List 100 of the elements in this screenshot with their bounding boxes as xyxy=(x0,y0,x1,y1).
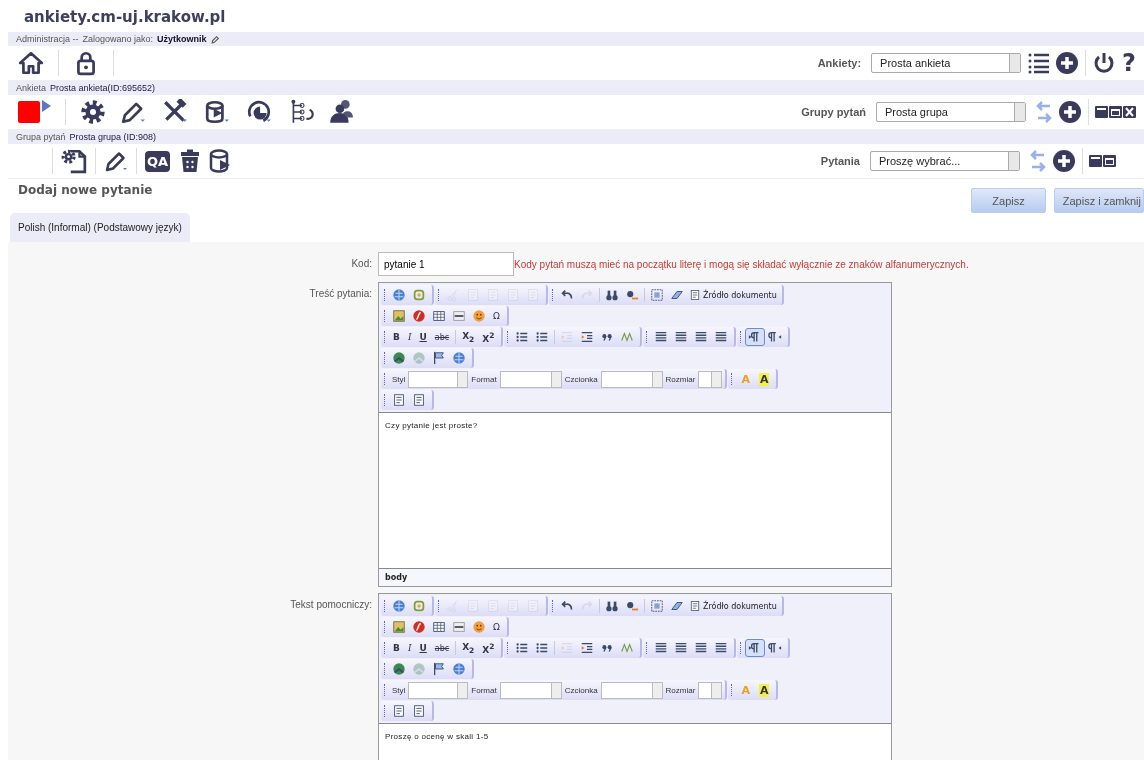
section-label: Administracja -- xyxy=(16,34,79,44)
language-tab[interactable]: Polish (Informal) (Podstawowy język) xyxy=(10,213,190,242)
format-button[interactable]: Ω xyxy=(489,618,504,636)
maximize-icon[interactable] xyxy=(1103,155,1116,167)
undo-icon xyxy=(560,599,574,613)
justify-icon xyxy=(714,330,729,344)
dropdown-label: Czcionka xyxy=(564,685,598,695)
eraser-icon xyxy=(670,599,684,613)
group-label: Grupy pytań xyxy=(801,106,866,118)
code-input[interactable]: pytanie 1 xyxy=(378,252,514,276)
error-message: Kody pytań muszą mieć na początku literę i mogą się składać wyłącznie ze znaków alfanumerycznych. xyxy=(514,258,969,270)
maximize-icon[interactable] xyxy=(1109,106,1122,118)
list-icon[interactable] xyxy=(1027,51,1050,75)
binoculars-icon xyxy=(605,599,619,613)
bullet-list-icon xyxy=(535,330,550,344)
dropdown-label: Format xyxy=(471,685,497,695)
scissors-icon xyxy=(446,288,460,302)
format-button[interactable]: abc xyxy=(430,639,454,657)
gear-icon[interactable] xyxy=(80,99,106,125)
trash-icon[interactable] xyxy=(178,149,201,173)
format-button[interactable]: X$^{2}$ xyxy=(478,639,499,657)
format-button[interactable]: I xyxy=(403,639,416,657)
dropdown-field[interactable] xyxy=(408,370,469,388)
dropdown-field[interactable] xyxy=(600,681,663,699)
question-label: Pytania xyxy=(820,155,860,167)
format-button[interactable]: Ω xyxy=(489,307,504,325)
align-center-icon xyxy=(674,641,689,655)
format-button[interactable]: B xyxy=(389,639,404,657)
format-button[interactable]: X$^{2}$ xyxy=(478,328,499,346)
format-button[interactable]: B xyxy=(389,328,404,346)
document-gear-icon[interactable] xyxy=(61,148,87,174)
dropdown-field[interactable] xyxy=(499,681,562,699)
format-button[interactable]: I xyxy=(403,328,416,346)
background-color-button[interactable]: A xyxy=(758,683,770,697)
outdent-icon xyxy=(560,330,575,344)
scissors-icon xyxy=(446,599,460,613)
add-icon[interactable] xyxy=(1055,51,1080,75)
source-button[interactable]: Źródło dokumentu xyxy=(687,289,779,301)
qa-button[interactable]: QA xyxy=(145,150,171,172)
play-icon[interactable] xyxy=(42,100,51,112)
document-icon xyxy=(412,704,426,718)
people-icon[interactable] xyxy=(328,99,354,125)
flag-icon xyxy=(432,351,446,365)
align-center-icon xyxy=(674,330,689,344)
login-label: Zalogowano jako: xyxy=(82,34,154,44)
left-to-right-button[interactable] xyxy=(745,639,766,657)
redo-icon xyxy=(580,599,594,613)
image-icon xyxy=(392,309,406,323)
smiley-icon xyxy=(472,309,486,323)
field-label: Tekst pomocniczy: xyxy=(289,598,372,610)
group-name: Prosta grupa (ID:908) xyxy=(69,132,157,142)
pencil-icon[interactable] xyxy=(210,34,220,44)
align-right-icon xyxy=(694,641,709,655)
indent-icon xyxy=(580,641,595,655)
group-select[interactable]: Prosta grupa xyxy=(876,102,1026,122)
format-button[interactable]: U xyxy=(415,328,431,346)
dropdown-label: Styl xyxy=(392,374,406,384)
align-left-icon xyxy=(654,641,669,655)
home-icon[interactable] xyxy=(18,50,44,76)
add-icon[interactable] xyxy=(1058,100,1082,124)
survey-select[interactable]: Prosta ankieta xyxy=(871,53,1022,73)
globe-icon xyxy=(452,351,466,365)
background-color-button[interactable]: A xyxy=(758,372,770,386)
user-name[interactable]: Użytkownik xyxy=(157,34,207,44)
minimize-icon[interactable] xyxy=(1089,155,1102,167)
save-button[interactable]: Zapisz i zamknij xyxy=(1053,188,1144,213)
minimize-icon[interactable] xyxy=(1095,106,1108,118)
dropdown-field[interactable] xyxy=(698,370,723,388)
left-to-right-button[interactable] xyxy=(745,328,766,346)
add-icon[interactable] xyxy=(1052,149,1076,173)
format-button[interactable]: X$_{2}$ xyxy=(458,328,479,346)
save-button[interactable]: Zapisz xyxy=(971,188,1046,213)
page-title: Dodaj nowe pytanie xyxy=(18,183,153,199)
format-button[interactable]: U xyxy=(415,639,431,657)
flag-icon xyxy=(432,662,446,676)
editor-content[interactable]: Proszę o ocenę w skali 1-5 xyxy=(379,723,891,760)
globe-icon xyxy=(452,662,466,676)
close-icon[interactable] xyxy=(1123,106,1136,118)
undo-icon xyxy=(560,288,574,302)
outdent-icon xyxy=(560,641,575,655)
justify-icon xyxy=(714,641,729,655)
dropdown-field[interactable] xyxy=(499,370,562,388)
dropdown-label: Czcionka xyxy=(564,374,598,384)
group-caption: Grupa pytań xyxy=(16,132,66,142)
align-right-icon xyxy=(694,330,709,344)
help-button[interactable]: ? xyxy=(1122,51,1136,75)
field-label: Treść pytania: xyxy=(308,287,372,299)
survey-label: Ankiety: xyxy=(817,57,862,69)
right-to-left-icon xyxy=(768,330,783,344)
dropdown-label: Rozmiar xyxy=(665,685,696,695)
question-select[interactable]: Proszę wybrać... xyxy=(870,151,1020,171)
element-path: body xyxy=(379,568,891,586)
dropdown-field[interactable] xyxy=(600,370,663,388)
dropdown-field[interactable] xyxy=(408,681,469,699)
pencil-icon[interactable] xyxy=(104,149,128,173)
source-button[interactable]: Źródło dokumentu xyxy=(687,600,779,612)
dropdown-field[interactable] xyxy=(698,681,723,699)
format-button[interactable]: abc xyxy=(430,328,454,346)
format-button[interactable]: X$_{2}$ xyxy=(458,639,479,657)
smiley-icon xyxy=(472,620,486,634)
